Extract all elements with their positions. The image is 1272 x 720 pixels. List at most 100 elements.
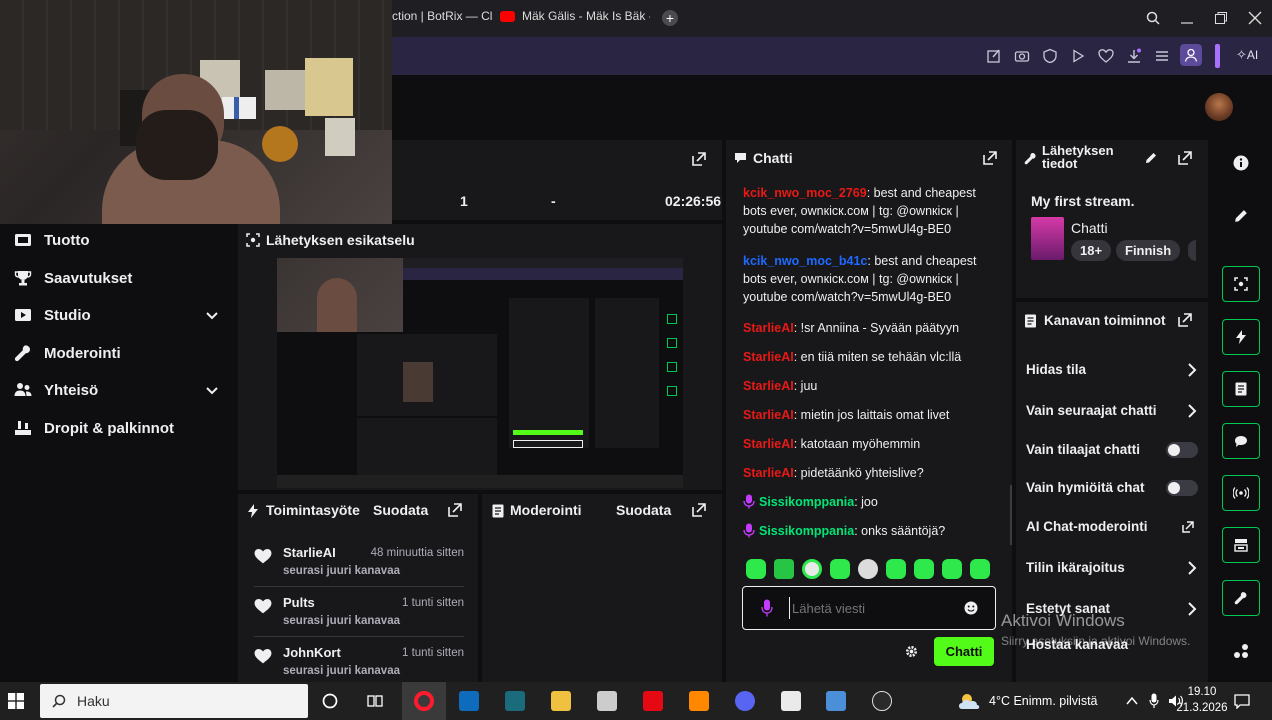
microsoft-store-icon[interactable] <box>781 691 801 711</box>
heart-icon[interactable] <box>1098 48 1114 64</box>
outlook-icon[interactable] <box>459 691 479 711</box>
rail-button-activity[interactable] <box>1222 319 1260 355</box>
store-icon[interactable] <box>597 691 617 711</box>
chat-scrollbar[interactable] <box>1010 485 1012 545</box>
browser-tab-botrix[interactable]: ction | BotRix — Clo <box>392 9 492 23</box>
microphone-icon[interactable] <box>1149 693 1159 709</box>
menu-icon[interactable] <box>1154 48 1170 64</box>
activity-username[interactable]: StarlieAI <box>283 545 336 560</box>
popout-icon[interactable] <box>692 503 706 517</box>
windows-start-icon[interactable] <box>8 693 24 709</box>
chat-send-button[interactable]: Chatti <box>934 637 994 666</box>
popout-icon[interactable] <box>448 503 462 517</box>
restore-icon[interactable] <box>1214 11 1228 25</box>
emote-only-toggle[interactable] <box>1166 480 1198 496</box>
netflix-icon[interactable] <box>643 691 663 711</box>
notification-icon[interactable] <box>1234 693 1250 709</box>
action-followers-only[interactable]: Vain seuraajat chatti <box>1026 403 1198 418</box>
ai-button[interactable]: ✧AI <box>1236 47 1258 63</box>
emote-icon[interactable] <box>942 559 962 579</box>
popout-icon[interactable] <box>692 152 706 166</box>
shield-icon[interactable] <box>1042 48 1058 64</box>
chat-username[interactable]: StarlieAI <box>743 437 794 451</box>
activity-filter-button[interactable]: Suodata <box>373 502 428 518</box>
emote-icon[interactable] <box>914 559 934 579</box>
chat-username[interactable]: kcik_nwo_moc_b41c <box>743 254 867 268</box>
rail-button-channel-actions[interactable] <box>1222 580 1260 616</box>
chat-username[interactable]: StarlieAI <box>743 466 794 480</box>
nav-item-yhteiso[interactable]: Yhteisö <box>14 378 220 402</box>
chevron-down-icon[interactable] <box>204 307 220 323</box>
edit-icon[interactable] <box>986 48 1002 64</box>
nav-item-tuotto[interactable]: Tuotto <box>14 228 220 252</box>
chevron-up-icon[interactable] <box>1125 695 1139 707</box>
vlc-icon[interactable] <box>689 691 709 711</box>
download-icon[interactable] <box>1126 48 1142 64</box>
emote-icon[interactable] <box>970 559 990 579</box>
chat-username[interactable]: StarlieAI <box>743 350 794 364</box>
info-icon[interactable] <box>1233 155 1249 171</box>
cortana-icon[interactable] <box>322 693 338 709</box>
popout-icon[interactable] <box>1178 151 1192 165</box>
nav-item-moderointi[interactable]: Moderointi <box>14 341 220 365</box>
discord-icon[interactable] <box>735 691 755 711</box>
nav-item-saavutukset[interactable]: Saavutukset <box>14 266 220 290</box>
disney-icon[interactable] <box>505 691 525 711</box>
chat-username[interactable]: StarlieAI <box>743 321 794 335</box>
search-icon[interactable] <box>1146 11 1160 25</box>
new-tab-button[interactable]: + <box>662 10 678 26</box>
action-age-restriction[interactable]: Tilin ikärajoitus <box>1026 560 1198 575</box>
popout-icon[interactable] <box>983 151 997 165</box>
nav-item-studio[interactable]: Studio <box>14 303 220 327</box>
rail-button-moderation[interactable] <box>1222 371 1260 407</box>
category-thumbnail[interactable] <box>1031 217 1064 260</box>
chat-username[interactable]: StarlieAI <box>743 408 794 422</box>
emoji-icon[interactable] <box>964 601 978 615</box>
moderation-filter-button[interactable]: Suodata <box>616 502 671 518</box>
remote-desktop-icon[interactable] <box>826 691 846 711</box>
browser-tab-youtube[interactable]: Mäk Gälis - Mäk Is Bäk - Y <box>522 9 650 23</box>
chat-input-box[interactable] <box>742 586 996 630</box>
emote-icon[interactable] <box>774 559 794 579</box>
close-icon[interactable] <box>1248 11 1262 25</box>
action-subscribers-only[interactable]: Vain tilaajat chatti <box>1026 442 1198 458</box>
taskbar-search-box[interactable]: Haku <box>40 684 308 718</box>
camera-icon[interactable] <box>1014 48 1030 64</box>
chevron-down-icon[interactable] <box>204 382 220 398</box>
activity-username[interactable]: Pults <box>283 595 315 610</box>
activity-username[interactable]: JohnKort <box>283 645 341 660</box>
chat-input[interactable] <box>789 597 949 619</box>
chat-username[interactable]: Sissikomppania <box>759 524 854 538</box>
category-name[interactable]: Chatti <box>1071 220 1108 236</box>
rail-button-broadcast[interactable] <box>1222 475 1260 511</box>
rail-button-chat[interactable] <box>1222 423 1260 459</box>
clock-date[interactable]: 21.3.2026 <box>1172 702 1232 714</box>
chat-username[interactable]: Sissikomppania <box>759 495 854 509</box>
action-ai-moderation[interactable]: AI Chat-moderointi <box>1026 519 1198 534</box>
pencil-icon[interactable] <box>1234 209 1248 223</box>
clock-time[interactable]: 19.10 <box>1182 686 1222 698</box>
profile-button[interactable] <box>1180 44 1202 66</box>
speedometer-icon[interactable] <box>872 691 892 711</box>
microphone-icon[interactable] <box>761 599 773 617</box>
stream-preview-video[interactable] <box>277 258 683 488</box>
emote-icon[interactable] <box>858 559 878 579</box>
taskbar-opera-active[interactable] <box>402 682 446 720</box>
gear-icon[interactable] <box>905 645 918 658</box>
emote-icon[interactable] <box>830 559 850 579</box>
pencil-icon[interactable] <box>1145 152 1157 164</box>
minimize-icon[interactable] <box>1180 11 1194 25</box>
rail-button-preview[interactable] <box>1222 266 1260 302</box>
rail-button-stream-info[interactable] <box>1222 527 1260 563</box>
file-explorer-icon[interactable] <box>551 691 571 711</box>
play-icon[interactable] <box>1070 48 1086 64</box>
action-emote-only[interactable]: Vain hymiöitä chat <box>1026 480 1198 496</box>
weather-text[interactable]: 4°C Enimm. pilvistä <box>989 694 1098 708</box>
chat-username[interactable]: kcik_nwo_moc_2769 <box>743 186 867 200</box>
popout-icon[interactable] <box>1178 313 1192 327</box>
emote-icon[interactable] <box>886 559 906 579</box>
action-slow-mode[interactable]: Hidas tila <box>1026 362 1198 377</box>
task-view-icon[interactable] <box>367 693 383 709</box>
emote-icon[interactable] <box>802 559 822 579</box>
user-avatar[interactable] <box>1205 93 1233 121</box>
